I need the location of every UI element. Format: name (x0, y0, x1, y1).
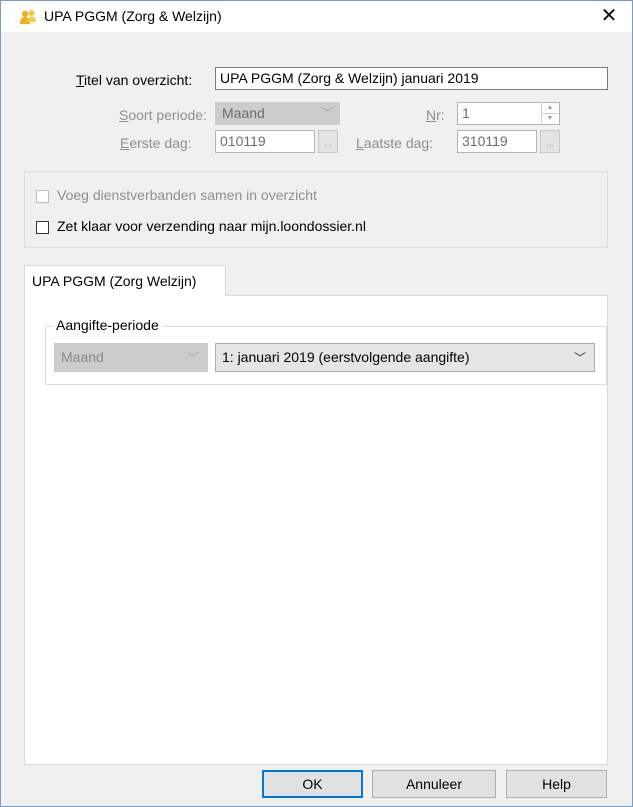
laatste-dag-input[interactable]: 310119 (457, 130, 537, 153)
soort-periode-value: Maand (222, 105, 265, 121)
aangifte-periode-legend: Aangifte-periode (53, 317, 162, 333)
titel-input[interactable]: UPA PGGM (Zorg & Welzijn) januari 2019 (215, 67, 608, 90)
laatste-dag-picker-button[interactable]: ... (540, 130, 560, 153)
soort-periode-label: Soort periode: (119, 107, 207, 123)
samenvoegen-checkbox[interactable] (36, 190, 49, 203)
window-title: UPA PGGM (Zorg & Welzijn) (44, 8, 222, 24)
period-select[interactable]: 1: januari 2019 (eerstvolgende aangifte)… (215, 343, 595, 372)
help-button[interactable]: Help (506, 770, 607, 798)
eerste-dag-input[interactable]: 010119 (215, 130, 315, 153)
titel-label: Titel van overzicht: (76, 72, 193, 88)
nr-spinner[interactable]: ▲ ▼ (541, 102, 558, 125)
verzending-checkbox[interactable] (36, 221, 49, 234)
nr-label: Nr: (426, 107, 445, 123)
laatste-dag-label: Laatste dag: (356, 135, 434, 151)
dialog-window: UPA PGGM (Zorg & Welzijn) ✕ Titel van ov… (0, 0, 633, 807)
period-value: 1: januari 2019 (eerstvolgende aangifte) (222, 349, 470, 365)
chevron-down-icon: ﹀ (573, 351, 586, 365)
tab-upa-pggm[interactable]: UPA PGGM (Zorg Welzijn) (24, 265, 226, 296)
tab-label: UPA PGGM (Zorg Welzijn) (32, 273, 197, 289)
people-icon (20, 10, 36, 24)
close-button[interactable]: ✕ (586, 1, 632, 32)
eerste-dag-label: Eerste dag: (120, 135, 192, 151)
verzending-label[interactable]: Zet klaar voor verzending naar mijn.loon… (57, 218, 366, 234)
samenvoegen-label: Voeg dienstverbanden samen in overzicht (57, 187, 317, 203)
soort-periode-select[interactable]: Maand ﹀ (215, 102, 340, 125)
period-type-value: Maand (61, 349, 104, 365)
ok-button[interactable]: OK (262, 770, 363, 798)
period-type-select[interactable]: Maand ﹀ (54, 343, 208, 372)
nr-value: 1 (462, 105, 470, 121)
cancel-button[interactable]: Annuleer (372, 770, 496, 798)
title-bar: UPA PGGM (Zorg & Welzijn) ✕ (1, 1, 632, 32)
spinner-down-icon[interactable]: ▼ (542, 113, 558, 124)
chevron-down-icon: ﹀ (186, 351, 199, 365)
chevron-down-icon: ﹀ (320, 106, 333, 120)
options-group (24, 171, 608, 248)
eerste-dag-picker-button[interactable]: ... (318, 130, 338, 153)
